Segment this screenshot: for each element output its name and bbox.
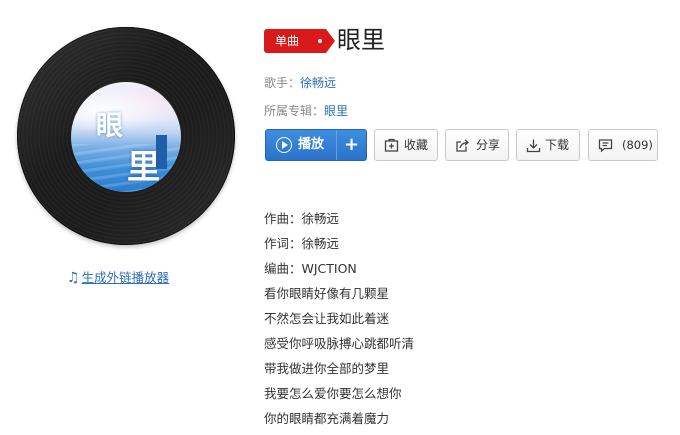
download-button[interactable]: 下载 bbox=[516, 129, 580, 161]
album-label: 所属专辑： bbox=[264, 104, 325, 118]
generate-player-link[interactable]: ♫ 生成外链播放器 bbox=[67, 267, 169, 286]
album-row: 所属专辑：眼里 bbox=[264, 102, 348, 119]
download-icon bbox=[526, 139, 541, 153]
cover-sky bbox=[71, 82, 181, 130]
generate-player-label: 生成外链播放器 bbox=[81, 270, 170, 285]
play-button[interactable]: 播放 bbox=[266, 130, 336, 160]
cover-title-glyph-1: 眼 bbox=[96, 111, 123, 142]
album-disc: 眼 里 bbox=[17, 27, 235, 245]
single-badge: 单曲 bbox=[264, 29, 335, 53]
badge-dot bbox=[318, 39, 322, 43]
singer-label: 歌手： bbox=[264, 76, 301, 90]
singer-row: 歌手：徐畅远 bbox=[264, 74, 336, 91]
music-note-icon: ♫ bbox=[67, 270, 80, 286]
cover-side-tag bbox=[156, 135, 167, 169]
collect-label: 收藏 bbox=[404, 138, 429, 152]
single-badge-label: 单曲 bbox=[275, 34, 300, 48]
album-cover: 眼 里 bbox=[71, 82, 181, 192]
lyric-line: 作词：徐畅远 bbox=[264, 236, 340, 251]
add-to-playlist-button[interactable]: + bbox=[336, 130, 367, 160]
lyric-line: 感受你呼吸脉搏心跳都听清 bbox=[264, 336, 415, 351]
song-title: 眼里 bbox=[337, 26, 385, 54]
lyric-line: 作曲：徐畅远 bbox=[264, 211, 340, 226]
lyric-line: 编曲：WJCTION bbox=[264, 261, 357, 276]
comment-icon bbox=[598, 139, 613, 153]
collect-icon bbox=[384, 138, 399, 152]
lyric-line: 带我做进你全部的梦里 bbox=[264, 361, 390, 376]
play-label: 播放 bbox=[298, 137, 325, 152]
share-icon bbox=[456, 139, 469, 152]
share-label: 分享 bbox=[476, 138, 501, 152]
download-label: 下载 bbox=[545, 138, 570, 152]
lyrics: 作曲：徐畅远 作词：徐畅远 编曲：WJCTION 看你眼睛好像有几颗星 不然怎会… bbox=[264, 206, 414, 431]
share-button[interactable]: 分享 bbox=[445, 129, 509, 161]
comment-button[interactable]: (809) bbox=[588, 129, 658, 161]
comment-count: (809) bbox=[622, 138, 653, 152]
lyric-line: 你的眼睛都充满着魔力 bbox=[264, 411, 390, 426]
lyric-line: 看你眼睛好像有几颗星 bbox=[264, 286, 390, 301]
play-button-group: 播放 + bbox=[265, 129, 367, 161]
singer-link[interactable]: 徐畅远 bbox=[300, 76, 336, 90]
album-link[interactable]: 眼里 bbox=[324, 104, 348, 118]
play-icon bbox=[276, 137, 292, 153]
lyric-line: 不然怎会让我如此着迷 bbox=[264, 311, 390, 326]
lyric-line: 我要怎么爱你要怎么想你 bbox=[264, 386, 402, 401]
collect-button[interactable]: 收藏 bbox=[374, 129, 438, 161]
